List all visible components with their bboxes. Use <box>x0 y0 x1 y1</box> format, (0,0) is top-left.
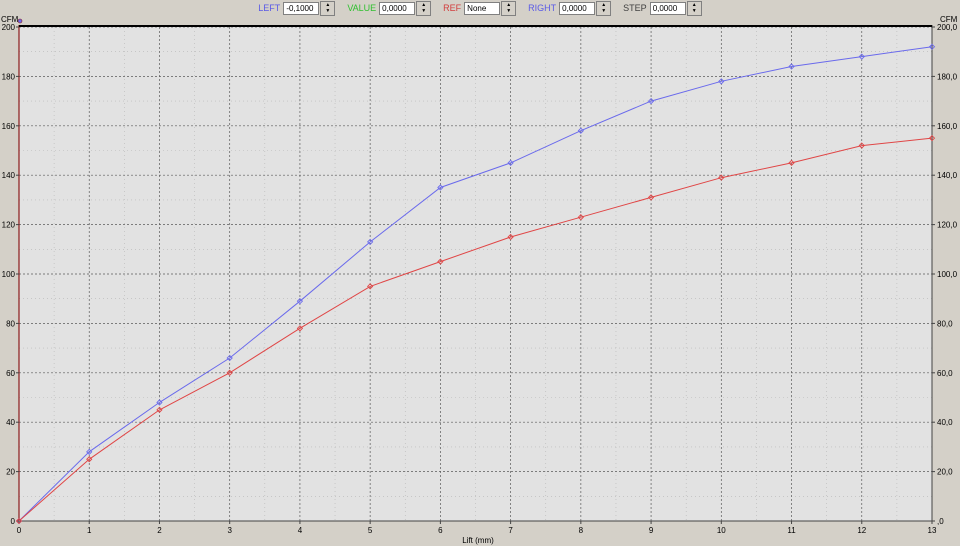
grid <box>18 26 933 522</box>
x-tick-label: 6 <box>438 526 443 535</box>
y-tick-label-right: 200,0 <box>937 23 958 32</box>
x-tick-label: 4 <box>298 526 303 535</box>
x-tick-label: 11 <box>787 526 796 535</box>
cursor-marker-icon <box>17 18 23 24</box>
x-tick-label: 1 <box>87 526 92 535</box>
ref-label: REF <box>443 3 462 13</box>
y-tick-label-left: 160 <box>2 122 16 131</box>
y-tick-label-right: 120,0 <box>937 221 958 230</box>
left-label: LEFT <box>258 3 281 13</box>
right-label: RIGHT <box>528 3 557 13</box>
y-tick-label-left: 180 <box>2 72 16 81</box>
step-label: STEP <box>623 3 647 13</box>
y-axis-label-left: CFM <box>1 15 19 24</box>
y-tick-label-left: 200 <box>2 23 16 32</box>
y-tick-label-left: 80 <box>6 319 15 328</box>
x-tick-label: 9 <box>649 526 654 535</box>
flow-chart[interactable]: 0 1 2 3 4 5 6 7 8 9 10 11 12 130204060801001201401601… <box>0 14 960 546</box>
value-input[interactable]: 0,0000 <box>379 1 416 15</box>
x-tick-label: 0 <box>17 526 22 535</box>
y-tick-label-left: 100 <box>2 270 16 279</box>
x-tick-label: 13 <box>928 526 937 535</box>
y-axis-label-right: CFM <box>940 15 958 24</box>
y-tick-label-left: 40 <box>6 418 15 427</box>
ref-input[interactable]: None <box>464 1 501 15</box>
y-tick-label-right: 80,0 <box>937 319 953 328</box>
x-tick-label: 7 <box>508 526 513 535</box>
x-axis-label: Lift (mm) <box>462 536 494 545</box>
y-tick-label-left: 20 <box>6 468 15 477</box>
x-tick-label: 5 <box>368 526 373 535</box>
y-tick-label-left: 60 <box>6 369 15 378</box>
x-tick-label: 12 <box>857 526 866 535</box>
step-input[interactable]: 0,0000 <box>649 1 686 15</box>
y-tick-label-left: 120 <box>2 221 16 230</box>
y-tick-label-right: 20,0 <box>937 468 953 477</box>
y-tick-label-left: 0 <box>11 517 16 526</box>
x-tick-label: 3 <box>227 526 232 535</box>
y-tick-label-right: ,0 <box>937 517 944 526</box>
y-tick-label-right: 60,0 <box>937 369 953 378</box>
y-tick-label-left: 140 <box>2 171 16 180</box>
left-input[interactable]: -0,1000 <box>283 1 320 15</box>
value-label: VALUE <box>347 3 377 13</box>
y-tick-label-right: 180,0 <box>937 72 958 81</box>
x-tick-label: 2 <box>157 526 162 535</box>
y-tick-label-right: 160,0 <box>937 122 958 131</box>
x-tick-label: 8 <box>579 526 584 535</box>
right-input[interactable]: 0,0000 <box>559 1 596 15</box>
y-tick-label-right: 100,0 <box>937 270 958 279</box>
x-tick-label: 10 <box>717 526 726 535</box>
y-tick-label-right: 140,0 <box>937 171 958 180</box>
y-tick-label-right: 40,0 <box>937 418 953 427</box>
